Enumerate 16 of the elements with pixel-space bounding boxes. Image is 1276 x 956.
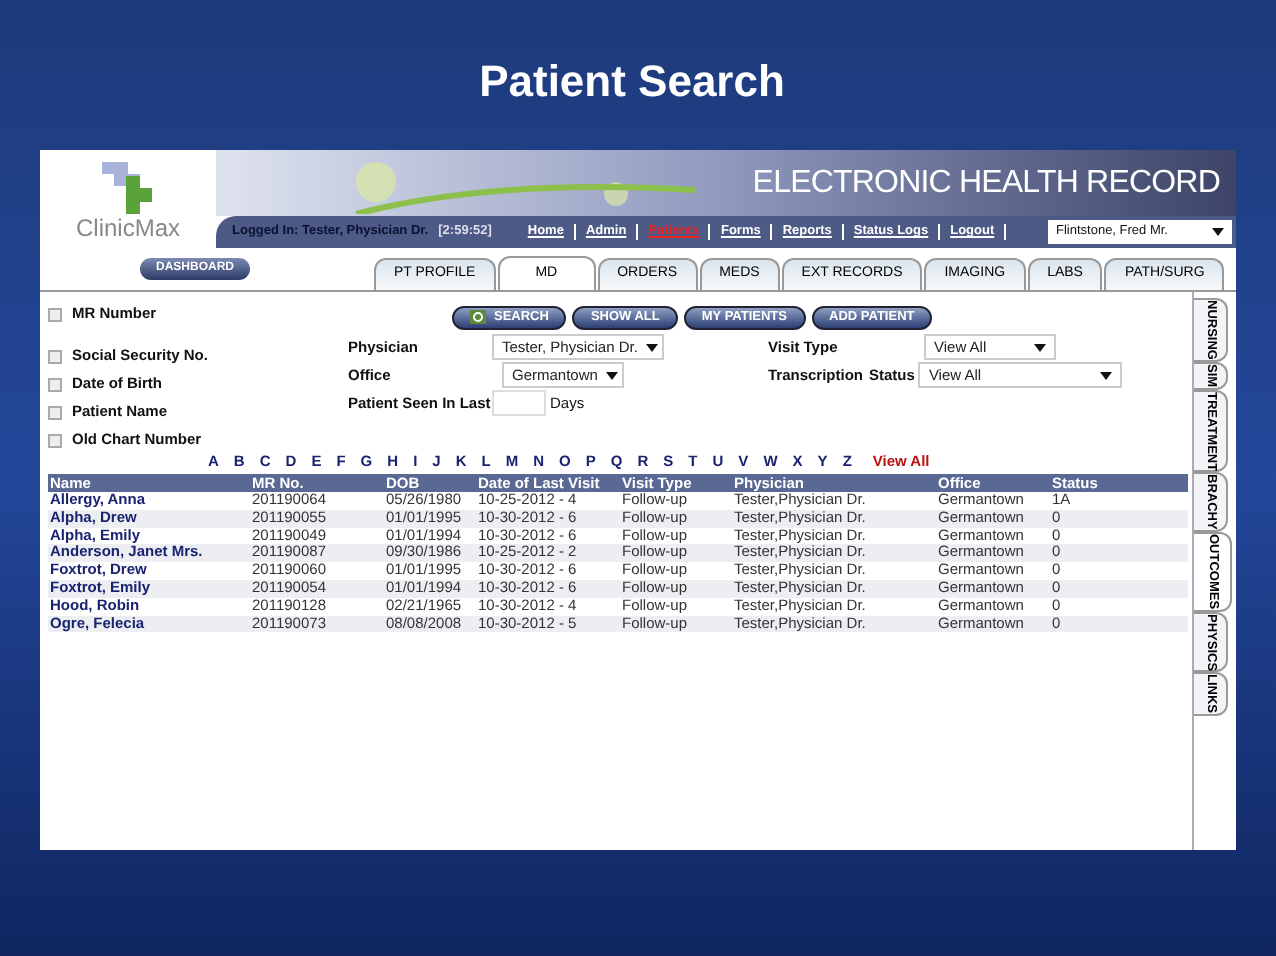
checkbox[interactable] [48,433,62,447]
cross-logo-icon [102,162,154,214]
logo-text: ClinicMax [75,214,180,242]
checkbox[interactable] [48,377,62,391]
search-icon [470,310,486,324]
days-field[interactable] [492,390,546,416]
banner-title: ELECTRONIC HEALTH RECORD [752,163,1220,203]
dropdown-caret-icon [605,371,618,379]
checkbox[interactable] [48,405,62,419]
slide-title: Patient Search [479,54,785,110]
checkbox[interactable] [48,307,62,321]
dropdown-caret-icon [1212,228,1224,236]
dropdown-caret-icon [645,343,658,351]
dropdown-caret-icon [1100,371,1113,379]
dropdown-caret-icon [1034,343,1046,351]
checkbox[interactable] [48,349,62,363]
